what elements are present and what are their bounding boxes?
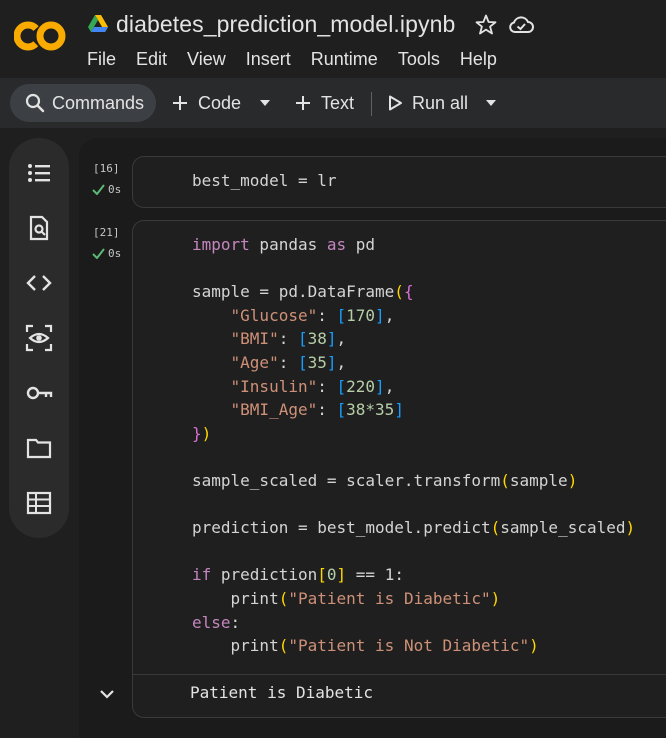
commands-label: Commands xyxy=(52,92,145,113)
cell-execution-count: [21] xyxy=(93,226,120,239)
cell-run-status: 0s xyxy=(92,183,121,196)
find-icon[interactable] xyxy=(24,213,54,243)
app-header: diabetes_prediction_model.ipynb File Edi… xyxy=(0,0,666,78)
add-text-button[interactable]: Text xyxy=(293,84,354,122)
code-snippets-icon[interactable] xyxy=(24,268,54,298)
variables-icon[interactable] xyxy=(24,323,54,353)
cloud-saved-icon[interactable] xyxy=(508,14,534,36)
drive-icon[interactable] xyxy=(88,15,108,33)
output-divider xyxy=(133,674,666,675)
menu-tools[interactable]: Tools xyxy=(398,49,440,70)
code-line-import: import pandas as pd xyxy=(192,235,376,254)
notebook-title[interactable]: diabetes_prediction_model.ipynb xyxy=(116,11,455,38)
left-sidebar xyxy=(9,138,69,538)
run-all-label: Run all xyxy=(412,92,469,113)
add-text-label: Text xyxy=(321,92,355,113)
search-icon xyxy=(25,93,45,113)
collapse-output-chevron-icon[interactable] xyxy=(97,684,117,704)
menu-help[interactable]: Help xyxy=(460,49,497,70)
toolbar: Commands Code Text Run all xyxy=(0,78,666,128)
files-folder-icon[interactable] xyxy=(24,433,54,463)
menu-runtime[interactable]: Runtime xyxy=(311,49,378,70)
toolbar-divider xyxy=(371,92,372,116)
data-table-icon[interactable] xyxy=(24,488,54,518)
cell-output: Patient is Diabetic xyxy=(190,683,374,702)
commands-button[interactable]: Commands xyxy=(10,84,156,122)
code-block[interactable]: import pandas as pd sample = pd.DataFram… xyxy=(192,233,635,658)
cell-run-time: 0s xyxy=(108,247,122,260)
run-all-dropdown-chevron-icon[interactable] xyxy=(484,98,498,108)
colab-logo[interactable] xyxy=(14,20,66,52)
cell-execution-count: [16] xyxy=(93,162,120,175)
table-of-contents-icon[interactable] xyxy=(24,158,54,188)
menu-file[interactable]: File xyxy=(87,49,116,70)
plus-icon xyxy=(296,96,310,110)
menu-insert[interactable]: Insert xyxy=(246,49,291,70)
check-icon xyxy=(92,184,105,195)
secrets-key-icon[interactable] xyxy=(24,378,54,408)
add-code-button[interactable]: Code xyxy=(170,84,241,122)
menu-view[interactable]: View xyxy=(187,49,226,70)
run-all-button[interactable]: Run all xyxy=(386,84,468,122)
menu-bar: File Edit View Insert Runtime Tools Help xyxy=(87,49,517,70)
code-line[interactable]: best_model = lr xyxy=(192,169,337,193)
cell-run-status: 0s xyxy=(92,247,121,260)
cell-run-time: 0s xyxy=(108,183,122,196)
plus-icon xyxy=(173,96,187,110)
play-icon xyxy=(389,95,402,111)
menu-edit[interactable]: Edit xyxy=(136,49,167,70)
code-line-dataframe: sample = pd.DataFrame({ xyxy=(192,282,414,302)
check-icon xyxy=(92,248,105,259)
add-code-label: Code xyxy=(198,92,242,113)
code-dropdown-chevron-icon[interactable] xyxy=(258,98,272,108)
star-icon[interactable] xyxy=(474,13,498,37)
